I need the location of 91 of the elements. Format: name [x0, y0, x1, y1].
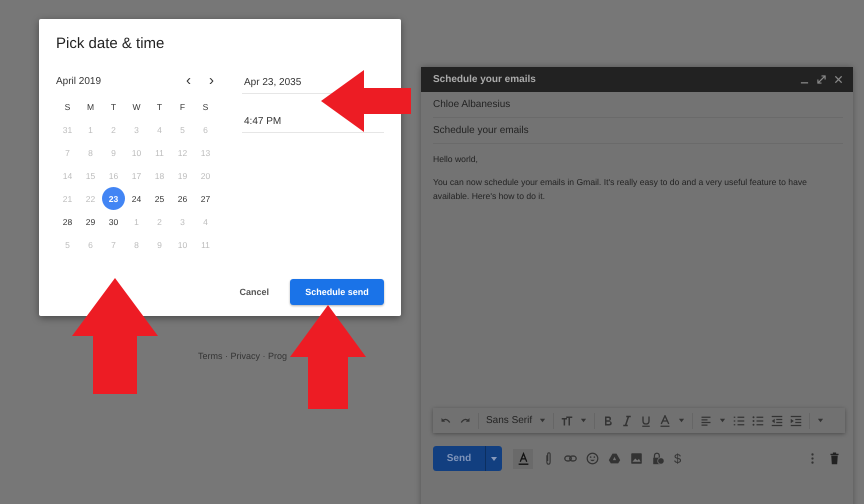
- calendar-day[interactable]: 31: [56, 118, 79, 141]
- align-icon[interactable]: [700, 414, 712, 426]
- subject-field[interactable]: Schedule your emails: [433, 118, 843, 144]
- calendar-day[interactable]: 13: [194, 141, 217, 164]
- calendar-day[interactable]: 18: [148, 164, 171, 187]
- next-month-button[interactable]: ›: [207, 74, 216, 88]
- calendar-day[interactable]: 7: [102, 233, 125, 256]
- calendar-day[interactable]: 30: [102, 210, 125, 233]
- calendar-day[interactable]: 10: [171, 233, 194, 256]
- numbered-list-icon[interactable]: [733, 414, 746, 426]
- previous-month-button[interactable]: ‹: [184, 74, 193, 88]
- bulleted-list-icon[interactable]: [752, 414, 764, 426]
- calendar-day[interactable]: 3: [171, 210, 194, 233]
- weekday-label: T: [110, 100, 118, 114]
- calendar-day[interactable]: 20: [194, 164, 217, 187]
- recipient-field[interactable]: Chloe Albanesius: [433, 92, 843, 118]
- calendar-day[interactable]: 15: [79, 164, 102, 187]
- calendar-day[interactable]: 19: [171, 164, 194, 187]
- bold-icon[interactable]: [602, 414, 614, 426]
- calendar-day[interactable]: 29: [79, 210, 102, 233]
- calendar-day[interactable]: 25: [148, 187, 171, 210]
- calendar-day[interactable]: 9: [102, 141, 125, 164]
- text-format-icon: [516, 452, 530, 465]
- cancel-button[interactable]: Cancel: [235, 283, 273, 301]
- compose-title: Schedule your emails: [433, 74, 537, 85]
- formatting-options-button[interactable]: [513, 448, 533, 468]
- indent-more-icon[interactable]: [790, 414, 802, 426]
- calendar-day[interactable]: 5: [56, 233, 79, 256]
- calendar-day[interactable]: 14: [56, 164, 79, 187]
- calendar-day[interactable]: 6: [194, 118, 217, 141]
- underline-icon[interactable]: [640, 414, 652, 426]
- image-icon[interactable]: [630, 452, 643, 465]
- calendar-day[interactable]: 17: [125, 164, 148, 187]
- weekday-label: W: [131, 100, 142, 114]
- indent-less-icon[interactable]: [771, 414, 784, 426]
- calendar-day[interactable]: 16: [102, 164, 125, 187]
- drive-icon[interactable]: [608, 452, 621, 465]
- calendar-day[interactable]: 11: [194, 233, 217, 256]
- body-paragraph: Hello world,: [433, 153, 479, 166]
- text-color-icon[interactable]: [659, 414, 672, 426]
- calendar-day[interactable]: 2: [148, 210, 171, 233]
- calendar-day[interactable]: 27: [194, 187, 217, 210]
- weekday-label: F: [178, 100, 186, 114]
- trash-icon[interactable]: [828, 452, 841, 465]
- message-body[interactable]: Hello world, You can now schedule your emails in Gmail. It's really easy to do and a very useful feature to have available. Here's how to do it.: [421, 144, 853, 220]
- footer-links: Terms · Privacy · Prog: [198, 351, 288, 361]
- emoji-icon[interactable]: [586, 452, 599, 465]
- send-options-button[interactable]: [485, 446, 502, 471]
- more-formatting-icon[interactable]: [817, 417, 824, 424]
- calendar-day[interactable]: 24: [125, 187, 148, 210]
- calendar-day[interactable]: 28: [56, 210, 79, 233]
- calendar-day[interactable]: 12: [171, 141, 194, 164]
- calendar-day[interactable]: 1: [125, 210, 148, 233]
- italic-icon[interactable]: [621, 414, 634, 426]
- calendar-day[interactable]: 4: [148, 118, 171, 141]
- calendar-day[interactable]: 9: [148, 233, 171, 256]
- calendar-day[interactable]: 10: [125, 141, 148, 164]
- calendar-day[interactable]: 2: [102, 118, 125, 141]
- calendar-day[interactable]: 21: [56, 187, 79, 210]
- payment-button[interactable]: $: [674, 451, 682, 466]
- calendar-day[interactable]: 3: [125, 118, 148, 141]
- calendar-day[interactable]: 23: [102, 187, 125, 210]
- caret-icon[interactable]: [580, 417, 588, 424]
- caret-icon[interactable]: [678, 417, 686, 424]
- weekday-label: S: [202, 100, 210, 114]
- calendar-day[interactable]: 8: [79, 141, 102, 164]
- month-label: April 2019: [56, 76, 102, 86]
- text-size-icon[interactable]: [561, 414, 574, 426]
- calendar-day[interactable]: 6: [79, 233, 102, 256]
- caret-icon: [490, 454, 498, 462]
- dialog-title: Pick date & time: [56, 35, 166, 54]
- body-paragraph: You can now schedule your emails in Gmail. It's really easy to do and a very useful feature to have available. Here's how to do it.: [433, 176, 808, 203]
- expand-icon[interactable]: [817, 75, 826, 84]
- calendar-day[interactable]: 26: [171, 187, 194, 210]
- weekday-label: S: [64, 100, 72, 114]
- caret-icon[interactable]: [719, 417, 726, 424]
- calendar-day[interactable]: 5: [171, 118, 194, 141]
- lock-clock-icon[interactable]: [652, 452, 665, 465]
- calendar-day[interactable]: 4: [194, 210, 217, 233]
- font-selector[interactable]: Sans Serif: [486, 415, 532, 426]
- caret-icon[interactable]: [539, 417, 546, 424]
- calendar-day[interactable]: 11: [148, 141, 171, 164]
- close-icon[interactable]: [834, 75, 843, 84]
- calendar-day[interactable]: 8: [125, 233, 148, 256]
- weekday-label: T: [156, 100, 164, 114]
- weekday-label: M: [86, 100, 96, 114]
- send-button[interactable]: Send: [433, 446, 485, 471]
- calendar-day[interactable]: 7: [56, 141, 79, 164]
- calendar-day[interactable]: 1: [79, 118, 102, 141]
- schedule-send-button[interactable]: Schedule send: [290, 279, 384, 305]
- calendar-day[interactable]: 22: [79, 187, 102, 210]
